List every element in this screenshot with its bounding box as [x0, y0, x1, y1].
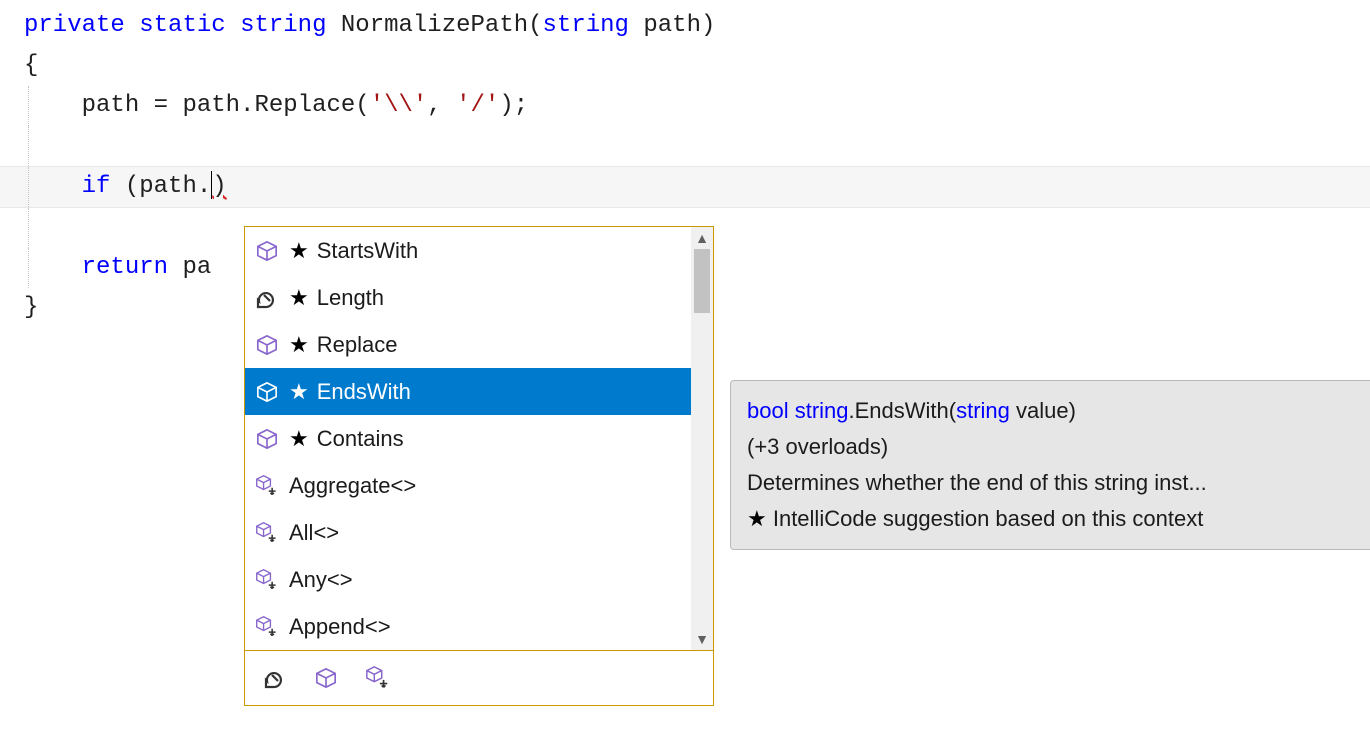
scroll-track[interactable] [691, 249, 713, 628]
keyword: return [82, 248, 168, 288]
completion-item[interactable]: All<> [245, 509, 713, 556]
tooltip-signature: bool string.EndsWith(string value) [747, 393, 1367, 429]
keyword: if [82, 167, 111, 207]
completion-item-label: StartsWith [317, 238, 705, 264]
completion-filter-bar[interactable] [245, 651, 713, 705]
identifier: pa [182, 248, 211, 288]
keyword: string [956, 398, 1010, 423]
completion-list[interactable]: ★ StartsWith ★ Length ★ Replace ★ EndsWith ★ Cont… [245, 227, 713, 651]
brace: } [24, 288, 38, 328]
scroll-down-button[interactable]: ▼ [691, 628, 713, 650]
code-line[interactable]: private static string NormalizePath(stri… [0, 6, 1370, 46]
keyword: string [543, 6, 629, 46]
extension-method-icon [255, 473, 279, 499]
completion-popup[interactable]: ★ StartsWith ★ Length ★ Replace ★ EndsWith ★ Cont… [244, 226, 714, 706]
star-icon: ★ [747, 506, 767, 531]
indent-guide [28, 167, 29, 207]
completion-item-label: All<> [289, 520, 705, 546]
filter-property-icon[interactable] [263, 666, 287, 690]
completion-item[interactable]: ★ Length [245, 274, 713, 321]
completion-item[interactable]: ★ StartsWith [245, 227, 713, 274]
param: value) [1010, 398, 1076, 423]
scrollbar[interactable]: ▲ ▼ [691, 227, 713, 650]
indent-guide [28, 126, 29, 166]
scroll-thumb[interactable] [694, 249, 710, 313]
star-icon: ★ [289, 426, 309, 452]
method-icon [255, 428, 279, 450]
identifier: path [82, 86, 140, 126]
tooltip-description: Determines whether the end of this strin… [747, 465, 1367, 501]
keyword: static [139, 6, 225, 46]
wrench-icon [255, 286, 279, 310]
tooltip-intellicode: ★ IntelliCode suggestion based on this c… [747, 501, 1367, 537]
completion-item-label: Replace [317, 332, 705, 358]
star-icon: ★ [289, 332, 309, 358]
indent-guide [28, 248, 29, 288]
method-call: Replace [254, 86, 355, 126]
star-icon: ★ [289, 238, 309, 264]
tooltip-overloads: (+3 overloads) [747, 429, 1367, 465]
keyword: string [795, 398, 849, 423]
indent-guide [28, 208, 29, 248]
extension-method-icon [255, 567, 279, 593]
method-name: NormalizePath [341, 6, 528, 46]
param: path [643, 6, 701, 46]
dot: . [197, 167, 211, 207]
star-icon: ★ [289, 285, 309, 311]
method-name: .EndsWith( [849, 398, 957, 423]
completion-item-label: Append<> [289, 614, 705, 640]
completion-item[interactable]: Any<> [245, 556, 713, 603]
code-line-current[interactable]: if (path.) [0, 166, 1370, 208]
keyword: bool [747, 398, 789, 423]
identifier: path [139, 167, 197, 207]
completion-item[interactable]: Append<> [245, 603, 713, 650]
operator: = [154, 86, 168, 126]
filter-extension-icon[interactable] [365, 665, 391, 691]
completion-item-label: Contains [317, 426, 705, 452]
string-literal: '\\' [370, 86, 428, 126]
extension-method-icon [255, 520, 279, 546]
comma: , [427, 86, 441, 126]
completion-item[interactable]: ★ Contains [245, 415, 713, 462]
keyword: string [240, 6, 326, 46]
code-line-blank[interactable] [0, 126, 1370, 166]
completion-item-label: Aggregate<> [289, 473, 705, 499]
tooltip-intellicode-text: IntelliCode suggestion based on this con… [767, 506, 1204, 531]
brace: { [24, 46, 38, 86]
signature-tooltip: bool string.EndsWith(string value) (+3 o… [730, 380, 1370, 550]
paren: ( [125, 167, 139, 207]
indent-guide [28, 86, 29, 126]
keyword: private [24, 6, 125, 46]
method-icon [255, 240, 279, 262]
completion-item[interactable]: ★ Replace [245, 321, 713, 368]
scroll-up-button[interactable]: ▲ [691, 227, 713, 249]
identifier: path [182, 86, 240, 126]
completion-item-label: Any<> [289, 567, 705, 593]
completion-item-label: EndsWith [317, 379, 705, 405]
completion-item-label: Length [317, 285, 705, 311]
filter-method-icon[interactable] [315, 667, 337, 689]
star-icon: ★ [289, 379, 309, 405]
completion-item[interactable]: ★ EndsWith [245, 368, 713, 415]
completion-item[interactable]: Aggregate<> [245, 462, 713, 509]
string-literal: '/' [456, 86, 499, 126]
code-line[interactable]: path = path.Replace('\\', '/'); [0, 86, 1370, 126]
extension-method-icon [255, 614, 279, 640]
code-line[interactable]: { [0, 46, 1370, 86]
method-icon [255, 381, 279, 403]
error-squiggle: ) [212, 167, 226, 207]
method-icon [255, 334, 279, 356]
